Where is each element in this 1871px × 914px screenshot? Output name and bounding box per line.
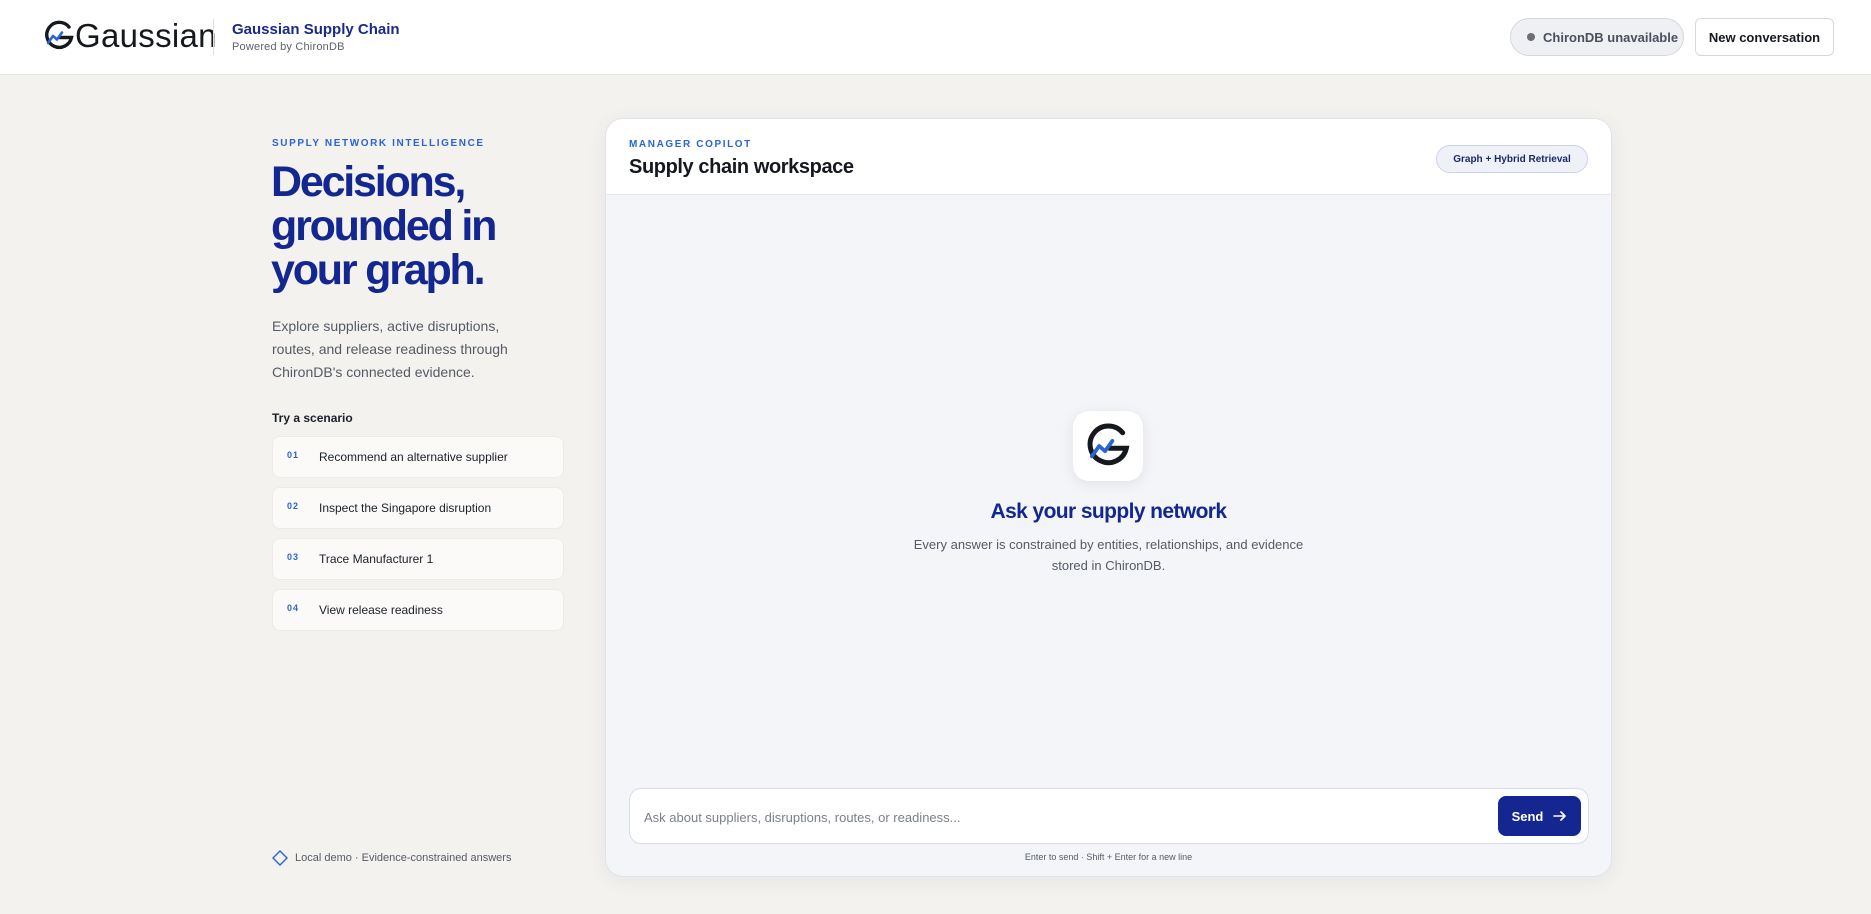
footer-text: Local demo · Evidence-constrained answer… [295, 852, 512, 864]
scenario-button-1[interactable]: 01 Recommend an alternative supplier [272, 436, 564, 478]
send-button[interactable]: Send [1498, 796, 1581, 836]
brand-title: Gaussian Supply Chain [232, 21, 400, 38]
scenario-label: Inspect the Singapore disruption [319, 501, 492, 515]
header-divider [213, 19, 214, 55]
scenario-button-4[interactable]: 04 View release readiness [272, 589, 564, 631]
scenario-label: Trace Manufacturer 1 [319, 552, 434, 566]
gaussian-g-logo-icon [1087, 423, 1130, 466]
headline-line: Decisions, [271, 158, 466, 206]
workspace-eyebrow: MANAGER COPILOT [629, 139, 752, 150]
scenario-number: 04 [287, 603, 300, 613]
brand-block: Gaussian Supply Chain Powered by ChironD… [232, 20, 400, 55]
workspace-panel: MANAGER COPILOT Supply chain workspace G… [605, 118, 1612, 877]
intro-eyebrow: SUPPLY NETWORK INTELLIGENCE [272, 138, 485, 149]
retrieval-mode-badge: Graph + Hybrid Retrieval [1436, 145, 1588, 173]
workspace-header: MANAGER COPILOT Supply chain workspace G… [606, 119, 1611, 195]
brand-subtitle: Powered by ChironDB [232, 41, 345, 53]
scenario-button-2[interactable]: 02 Inspect the Singapore disruption [272, 487, 564, 529]
empty-state-description: Every answer is constrained by entities,… [913, 537, 1304, 573]
logo[interactable]: Gaussian [44, 16, 217, 56]
logo-text: Gaussian [75, 17, 217, 54]
empty-state-logo [1073, 411, 1143, 481]
status-dot-icon [1527, 33, 1535, 41]
message-composer: Send [629, 788, 1589, 844]
workspace-title: Supply chain workspace [629, 156, 854, 178]
empty-state-title: Ask your supply network [990, 500, 1228, 523]
page-headline: Decisions, grounded in your graph. [271, 160, 571, 292]
gaussian-g-logo-icon [45, 20, 74, 50]
intro-description: Explore suppliers, active disruptions, r… [272, 318, 508, 380]
scenario-label: Recommend an alternative supplier [319, 450, 508, 464]
headline-line: grounded in [271, 202, 497, 250]
scenario-label: View release readiness [319, 603, 443, 617]
arrow-right-icon [1553, 811, 1567, 821]
headline-line: your graph. [271, 246, 486, 294]
composer-hint: Enter to send · Shift + Enter for a new … [1024, 852, 1193, 862]
scenario-number: 01 [287, 450, 300, 460]
scenarios-heading: Try a scenario [272, 411, 353, 425]
footer-note: Local demo · Evidence-constrained answer… [272, 850, 511, 866]
new-conversation-button[interactable]: New conversation [1695, 18, 1834, 56]
send-label: Send [1511, 808, 1544, 824]
status-badge: ChironDB unavailable [1510, 18, 1684, 56]
message-input[interactable] [644, 805, 1464, 829]
scenario-number: 03 [287, 552, 300, 562]
diamond-icon [272, 850, 288, 866]
status-label: ChironDB unavailable [1543, 29, 1679, 45]
scenario-number: 02 [287, 501, 300, 511]
top-bar: Gaussian Gaussian Supply Chain Powered b… [0, 0, 1871, 75]
scenario-button-3[interactable]: 03 Trace Manufacturer 1 [272, 538, 564, 580]
